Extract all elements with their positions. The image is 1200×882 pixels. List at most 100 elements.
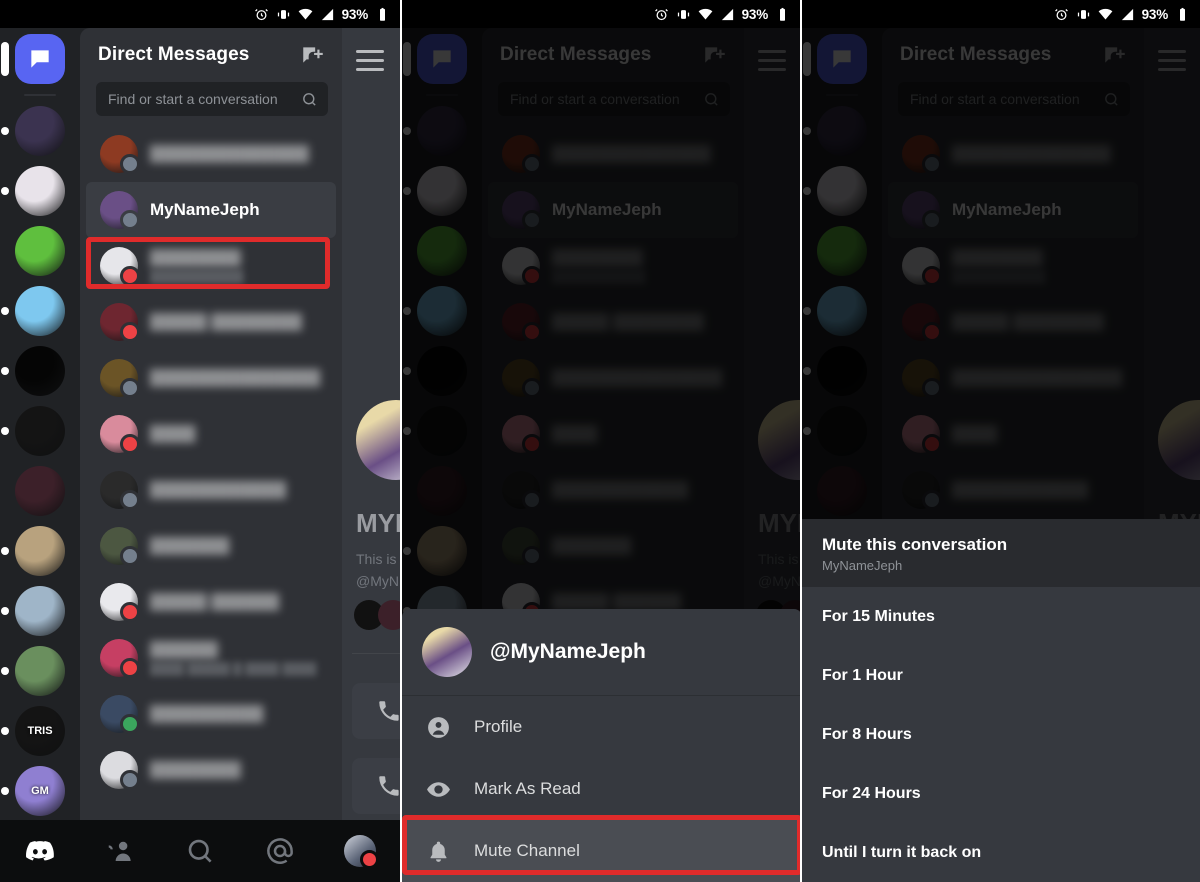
cell-signal-icon — [1121, 8, 1133, 20]
dm-row[interactable]: ██████████ — [86, 686, 336, 742]
dm-text-block: ██████████████ — [150, 145, 326, 163]
presence-status-dot — [120, 266, 140, 286]
dm-username: ██████████ — [150, 705, 264, 722]
peek-call-item-1[interactable] — [352, 683, 400, 739]
avatar — [100, 583, 140, 622]
guild-item-server-3[interactable] — [15, 226, 65, 276]
mute-option-8-hours[interactable]: For 8 Hours — [802, 705, 1200, 764]
guild-item-direct-messages[interactable] — [1, 34, 65, 84]
guild-item-server-11[interactable]: TRIS — [1, 706, 65, 756]
mute-option-1-hour[interactable]: For 1 Hour — [802, 646, 1200, 705]
vibrate-icon — [1077, 9, 1089, 19]
app-root-1: TRISGM MYN This is@MyN Direc — [0, 28, 400, 882]
guild-item-server-7[interactable] — [15, 466, 65, 516]
guild-item-server-5[interactable] — [1, 346, 65, 396]
dm-row[interactable]: ████ — [86, 406, 336, 462]
avatar — [422, 627, 472, 677]
guild-item-server-10[interactable] — [1, 646, 65, 696]
mute-option-15-minutes[interactable]: For 15 Minutes — [802, 587, 1200, 646]
guild-avatar: TRIS — [15, 706, 65, 756]
search-input[interactable]: Find or start a conversation — [96, 82, 328, 116]
mute-option-until-turned-back-on[interactable]: Until I turn it back on — [802, 823, 1200, 882]
avatar — [344, 835, 379, 869]
presence-status-dot — [120, 154, 140, 174]
unread-indicator — [1, 427, 9, 435]
mute-conversation-sheet: Mute this conversation MyNameJeph For 15… — [802, 519, 1200, 882]
dm-row[interactable]: █████ ████████ — [86, 294, 336, 350]
dm-row[interactable]: ████████████ — [86, 462, 336, 518]
presence-status-dot — [120, 210, 140, 230]
avatar — [100, 191, 140, 230]
guild-item-server-2[interactable] — [1, 166, 65, 216]
guild-avatar — [15, 106, 65, 156]
guild-item-server-8[interactable] — [1, 526, 65, 576]
mute-sheet-title: Mute this conversation — [822, 535, 1008, 554]
unread-indicator — [1, 187, 9, 195]
dm-username: ████ — [150, 425, 196, 442]
sheet-item-mute-channel[interactable]: Mute Channel — [402, 820, 800, 882]
dm-username: █████ ██████ — [150, 593, 280, 610]
dm-text-block: ████████ — [150, 761, 326, 779]
guild-item-server-4[interactable] — [1, 286, 65, 336]
sheet-item-mark-as-read[interactable]: Mark As Read — [402, 758, 800, 820]
dm-row[interactable]: ████████ — [86, 742, 336, 798]
avatar — [100, 415, 140, 454]
avatar — [100, 527, 140, 566]
sheet-item-label: Mark As Read — [474, 779, 581, 798]
dm-username: ████████ — [150, 761, 241, 778]
dm-row[interactable]: ██████ ████ █████ █ ████ ████ — [86, 630, 336, 686]
peek-avatar — [356, 400, 400, 480]
dm-username: ███████████████ — [150, 369, 321, 386]
guild-item-server-1[interactable] — [1, 106, 65, 156]
tab-search[interactable] — [160, 820, 240, 882]
avatar — [100, 639, 140, 678]
unread-indicator — [1, 127, 9, 135]
guild-avatar — [15, 646, 65, 696]
new-message-icon[interactable] — [300, 42, 326, 68]
avatar — [100, 359, 140, 398]
cell-signal-icon — [321, 8, 333, 20]
presence-status-dot — [120, 322, 140, 342]
rail-divider — [24, 94, 56, 96]
guild-avatar — [15, 586, 65, 636]
avatar — [100, 247, 140, 286]
sheet-item-profile[interactable]: Profile — [402, 696, 800, 758]
battery-icon — [1180, 7, 1185, 21]
tab-profile[interactable] — [320, 820, 400, 882]
mute-sheet-header: Mute this conversation MyNameJeph — [802, 519, 1200, 587]
tab-friends[interactable] — [80, 820, 160, 882]
guild-item-server-6[interactable] — [1, 406, 65, 456]
dm-preview-text: ███████████ — [150, 269, 244, 284]
panel-dm-list: 93% TRIS GM MYN This is@MyN — [0, 0, 400, 882]
dm-row[interactable]: ███████████████████ — [86, 238, 336, 294]
dm-text-block: ██████ ████ █████ █ ████ ████ — [150, 641, 326, 676]
dm-username: ████████████ — [150, 481, 287, 498]
tab-home[interactable] — [0, 820, 80, 882]
guild-avatar — [15, 406, 65, 456]
battery-icon — [380, 7, 385, 21]
unread-indicator — [1, 307, 9, 315]
mute-sheet-subtitle: MyNameJeph — [822, 558, 903, 573]
guild-avatar — [15, 526, 65, 576]
dm-row-selected[interactable]: MyNameJeph — [86, 182, 336, 238]
dm-text-block: ███████ — [150, 537, 326, 555]
hamburger-menu-icon[interactable] — [356, 50, 384, 77]
dm-row[interactable]: █████ ██████ — [86, 574, 336, 630]
peek-call-item-2[interactable] — [352, 758, 400, 814]
page-title: Direct Messages — [98, 44, 250, 65]
dm-column-1: Direct Messages Find or start a conversa… — [80, 28, 342, 882]
wifi-icon — [1098, 8, 1112, 19]
dm-row[interactable]: ██████████████ — [86, 126, 336, 182]
dm-list-1: ██████████████ MyNameJeph ████████ ████████… — [80, 122, 342, 798]
guild-item-server-12[interactable]: GM — [1, 766, 65, 816]
vibrate-icon — [677, 9, 689, 19]
mute-option-24-hours[interactable]: For 24 Hours — [802, 764, 1200, 823]
dm-row[interactable]: ███████ — [86, 518, 336, 574]
dm-text-block: █████ ██████ — [150, 593, 326, 611]
dm-row[interactable]: ███████████████ — [86, 350, 336, 406]
guild-avatar — [15, 346, 65, 396]
vibrate-icon — [277, 9, 289, 19]
guild-item-server-9[interactable] — [1, 586, 65, 636]
guild-avatar — [15, 286, 65, 336]
tab-mentions[interactable] — [240, 820, 320, 882]
